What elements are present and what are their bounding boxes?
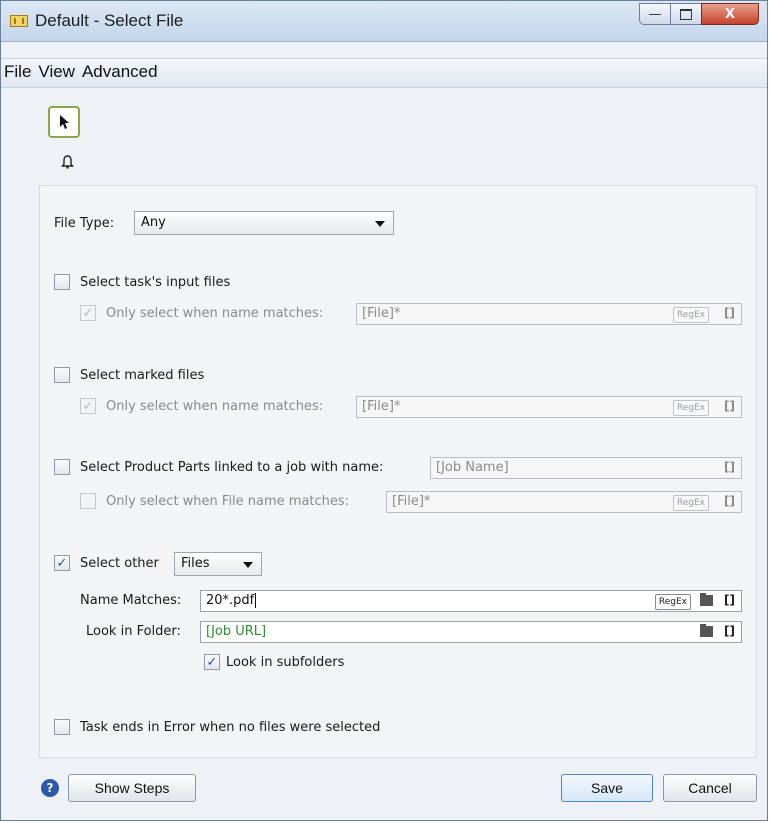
maximize-icon	[680, 8, 692, 20]
look-in-folder-label: Look in Folder:	[86, 624, 181, 639]
error-when-empty-checkbox[interactable]	[54, 719, 70, 735]
marked-name-value: [File]*	[362, 399, 401, 414]
minimize-icon: —	[648, 6, 662, 22]
task-input-name-value: [File]*	[362, 306, 401, 321]
window-controls: — X	[639, 3, 759, 25]
marked-name-field[interactable]: [File]* RegEx []	[356, 396, 742, 418]
job-name-field[interactable]: [Job Name] []	[430, 457, 742, 479]
product-parts-name-field[interactable]: [File]* RegEx []	[386, 491, 742, 513]
chevron-down-icon	[243, 562, 253, 568]
select-tool-button[interactable]	[48, 106, 80, 138]
product-parts-only-label: Only select when File name matches:	[106, 494, 350, 509]
error-when-empty-label: Task ends in Error when no files were se…	[80, 720, 381, 735]
product-parts-checkbox[interactable]	[54, 459, 70, 475]
maximize-button[interactable]	[670, 3, 702, 25]
app-icon	[10, 15, 28, 27]
task-input-checkbox[interactable]	[54, 274, 70, 290]
menu-advanced[interactable]: Advanced	[82, 62, 158, 81]
options-panel: File Type: Any Select task's input files…	[39, 185, 757, 758]
checkmark-icon: ✓	[82, 398, 94, 414]
text-cursor	[255, 593, 257, 608]
marked-only-label: Only select when name matches:	[106, 399, 324, 414]
close-button[interactable]: X	[701, 3, 759, 25]
regex-toggle[interactable]: RegEx	[672, 495, 709, 511]
menu-view[interactable]: View	[38, 62, 75, 81]
checkmark-icon: ✓	[56, 555, 68, 571]
select-other-label: Select other	[80, 556, 159, 571]
regex-toggle[interactable]: RegEx	[672, 307, 709, 323]
marked-only-checkbox[interactable]: ✓	[80, 398, 96, 414]
variable-bracket-icon[interactable]: []	[724, 624, 735, 638]
task-input-only-checkbox[interactable]: ✓	[80, 305, 96, 321]
minimize-button[interactable]: —	[639, 3, 671, 25]
menu-file[interactable]: File	[4, 62, 31, 81]
folder-icon[interactable]	[700, 624, 713, 637]
task-input-only-label: Only select when name matches:	[106, 306, 324, 321]
regex-toggle[interactable]: RegEx	[672, 400, 709, 416]
regex-toggle[interactable]: RegEx	[654, 594, 691, 610]
task-input-label: Select task's input files	[80, 275, 231, 290]
bell-icon[interactable]	[61, 155, 74, 173]
marked-files-checkbox[interactable]	[54, 367, 70, 383]
help-icon[interactable]: ?	[41, 779, 59, 797]
product-parts-label: Select Product Parts linked to a job wit…	[80, 460, 384, 475]
cancel-button[interactable]: Cancel	[663, 774, 757, 802]
name-matches-field[interactable]: 20*.pdf RegEx []	[200, 590, 742, 612]
look-in-folder-field[interactable]: [Job URL] []	[200, 621, 742, 643]
checkmark-icon: ✓	[206, 654, 218, 670]
product-parts-name-value: [File]*	[392, 494, 431, 509]
select-other-checkbox[interactable]: ✓	[54, 555, 70, 571]
checkmark-icon: ✓	[82, 305, 94, 321]
select-other-kind-value: Files	[181, 556, 210, 571]
look-in-subfolders-label: Look in subfolders	[226, 655, 345, 670]
file-type-select[interactable]: Any	[134, 211, 394, 235]
select-other-kind[interactable]: Files	[174, 552, 262, 576]
look-in-subfolders-checkbox[interactable]: ✓	[204, 654, 220, 670]
variable-bracket-icon[interactable]: []	[724, 460, 735, 474]
folder-icon[interactable]	[700, 593, 713, 606]
product-parts-only-checkbox[interactable]	[80, 493, 96, 509]
close-icon: X	[724, 6, 736, 22]
job-name-value: [Job Name]	[436, 460, 509, 475]
variable-bracket-icon[interactable]: []	[724, 593, 735, 607]
marked-files-label: Select marked files	[80, 368, 205, 383]
title-bar: Default - Select File — X	[1, 1, 767, 42]
variable-bracket-icon[interactable]: []	[724, 494, 735, 508]
task-input-name-field[interactable]: [File]* RegEx []	[356, 303, 742, 325]
save-button[interactable]: Save	[561, 774, 653, 802]
variable-bracket-icon[interactable]: []	[724, 399, 735, 413]
cursor-arrow-icon	[60, 115, 69, 129]
variable-bracket-icon[interactable]: []	[724, 306, 735, 320]
select-file-window: Default - Select File — X File View Advanc…	[0, 0, 768, 821]
file-type-value: Any	[141, 215, 166, 230]
look-in-folder-value: [Job URL]	[206, 624, 267, 639]
chevron-down-icon	[375, 221, 385, 227]
show-steps-button[interactable]: Show Steps	[68, 774, 196, 802]
file-type-label: File Type:	[54, 216, 115, 231]
name-matches-value: 20*.pdf	[206, 593, 255, 608]
name-matches-label: Name Matches:	[80, 593, 182, 608]
window-title: Default - Select File	[35, 11, 184, 30]
menu-bar: File View Advanced	[1, 58, 767, 88]
